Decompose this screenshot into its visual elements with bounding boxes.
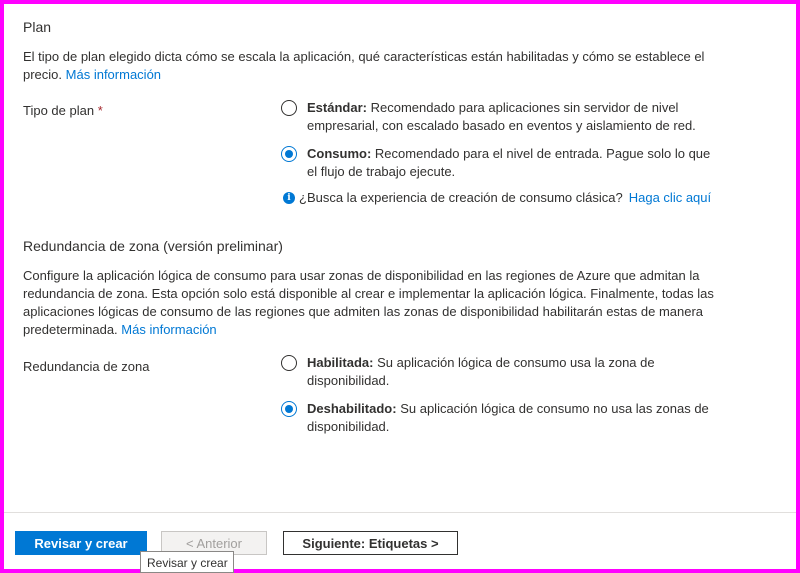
- classic-consumption-info: i ¿Busca la experiencia de creación de c…: [283, 190, 711, 205]
- radio-disabled[interactable]: [281, 401, 297, 417]
- review-create-tooltip: Revisar y crear: [140, 551, 234, 573]
- zone-option-enabled[interactable]: Habilitada: Su aplicación lógica de cons…: [281, 354, 697, 390]
- click-here-link[interactable]: Haga clic aquí: [629, 190, 711, 205]
- radio-enabled[interactable]: [281, 355, 297, 371]
- plan-type-label-text: Tipo de plan: [23, 103, 95, 118]
- plan-option-consumption-text: Consumo: Recomendado para el nivel de en…: [307, 145, 717, 181]
- plan-heading: Plan: [23, 19, 52, 35]
- required-marker: *: [97, 103, 103, 118]
- plan-option-standard[interactable]: Estándar: Recomendado para aplicaciones …: [281, 99, 717, 135]
- next-tags-button[interactable]: Siguiente: Etiquetas >: [283, 531, 458, 555]
- footer-divider: [4, 512, 796, 513]
- zone-option-disabled-title: Deshabilitado:: [307, 401, 397, 416]
- plan-description: El tipo de plan elegido dicta cómo se es…: [23, 48, 723, 84]
- zone-option-enabled-text: Habilitada: Su aplicación lógica de cons…: [307, 354, 697, 390]
- plan-option-consumption-title: Consumo:: [307, 146, 372, 161]
- zone-redundancy-description: Configure la aplicación lógica de consum…: [23, 267, 723, 339]
- zone-redundancy-heading: Redundancia de zona (versión preliminar): [23, 238, 283, 254]
- zone-option-disabled[interactable]: Deshabilitado: Su aplicación lógica de c…: [281, 400, 727, 436]
- radio-consumption[interactable]: [281, 146, 297, 162]
- radio-standard[interactable]: [281, 100, 297, 116]
- zone-option-enabled-title: Habilitada:: [307, 355, 374, 370]
- zone-redundancy-label: Redundancia de zona: [23, 359, 150, 374]
- info-icon: i: [283, 191, 295, 204]
- plan-option-consumption[interactable]: Consumo: Recomendado para el nivel de en…: [281, 145, 717, 181]
- plan-option-standard-title: Estándar:: [307, 100, 367, 115]
- plan-more-info-link[interactable]: Más información: [66, 67, 161, 82]
- zone-option-disabled-text: Deshabilitado: Su aplicación lógica de c…: [307, 400, 727, 436]
- zone-more-info-link[interactable]: Más información: [121, 322, 216, 337]
- review-create-button[interactable]: Revisar y crear: [15, 531, 147, 555]
- classic-consumption-info-text: ¿Busca la experiencia de creación de con…: [299, 190, 623, 205]
- plan-type-label: Tipo de plan *: [23, 103, 103, 118]
- plan-option-standard-text: Estándar: Recomendado para aplicaciones …: [307, 99, 717, 135]
